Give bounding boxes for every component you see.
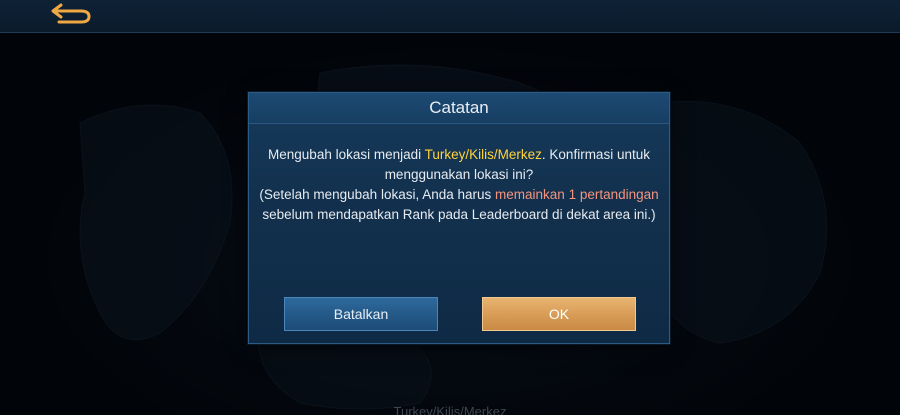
top-bar <box>0 0 900 33</box>
dialog-message: Mengubah lokasi menjadi Turkey/Kilis/Mer… <box>259 145 659 225</box>
dialog-title: Catatan <box>429 98 489 117</box>
back-button[interactable] <box>40 0 100 26</box>
confirm-location-dialog: Catatan Mengubah lokasi menjadi Turkey/K… <box>248 92 670 344</box>
note-prefix: (Setelah mengubah lokasi, Anda harus <box>259 187 496 202</box>
cancel-button[interactable]: Batalkan <box>284 297 438 331</box>
back-arrow-icon <box>51 3 91 24</box>
message-prefix: Mengubah lokasi menjadi <box>268 147 425 162</box>
game-screen: Turkey/Kilis/Merkez Catatan Mengubah lok… <box>0 0 900 415</box>
location-highlight: Turkey/Kilis/Merkez <box>424 147 542 162</box>
note-highlight: memainkan 1 pertandingan <box>495 187 659 202</box>
ok-button[interactable]: OK <box>482 297 636 331</box>
note-suffix: sebelum mendapatkan Rank pada Leaderboar… <box>262 207 656 222</box>
dialog-header: Catatan <box>249 93 669 124</box>
